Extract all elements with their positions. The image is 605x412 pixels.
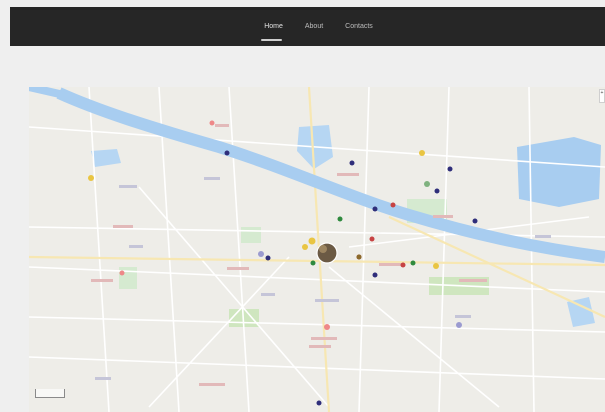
poi-icon <box>424 181 430 187</box>
map-marker[interactable] <box>310 260 316 266</box>
photo-marker-detail <box>319 245 327 253</box>
map-marker[interactable] <box>337 216 343 222</box>
map-marker[interactable] <box>400 262 406 268</box>
photo-marker-image[interactable] <box>316 242 338 264</box>
map-view[interactable]: + <box>29 87 605 412</box>
nav-home-link[interactable]: Home <box>261 21 283 41</box>
yellow-pin-icon[interactable] <box>308 237 316 245</box>
place-label <box>455 315 471 318</box>
map-marker[interactable] <box>410 260 416 266</box>
poi-icon <box>119 270 125 276</box>
place-label <box>311 337 337 340</box>
nav-about-link[interactable]: About <box>305 21 323 32</box>
poi-icon <box>456 322 462 328</box>
top-navbar: Home About Contacts <box>10 7 605 46</box>
place-label <box>119 185 137 188</box>
map-scale-bar <box>35 389 65 398</box>
map-marker[interactable] <box>372 206 378 212</box>
place-label <box>227 267 249 270</box>
map-marker[interactable] <box>316 400 322 406</box>
nav-links: Home About Contacts <box>10 7 605 46</box>
place-label <box>113 225 133 228</box>
place-label <box>215 124 229 127</box>
nav-contacts-link[interactable]: Contacts <box>345 21 373 32</box>
zoom-in-button[interactable]: + <box>599 89 605 103</box>
map-marker[interactable] <box>434 188 440 194</box>
poi-icon <box>324 324 330 330</box>
place-label <box>379 263 403 266</box>
place-label <box>309 345 331 348</box>
poi-icon <box>433 263 439 269</box>
poi-icon <box>258 251 264 257</box>
page: Home About Contacts + <box>0 0 605 412</box>
place-label <box>129 245 143 248</box>
place-label <box>315 299 339 302</box>
place-label <box>261 293 275 296</box>
yellow-pin-icon[interactable] <box>302 244 308 250</box>
place-label <box>535 235 551 238</box>
map-canvas[interactable] <box>29 87 605 412</box>
map-marker[interactable] <box>472 218 478 224</box>
poi-icon <box>419 150 425 156</box>
place-label <box>199 383 225 386</box>
map-marker[interactable] <box>369 236 375 242</box>
map-marker[interactable] <box>356 254 362 260</box>
map-marker[interactable] <box>372 272 378 278</box>
poi-icon <box>209 120 215 126</box>
place-label <box>433 215 453 218</box>
place-label <box>95 377 111 380</box>
map-marker[interactable] <box>349 160 355 166</box>
poi-icon <box>88 175 94 181</box>
place-label <box>204 177 220 180</box>
map-marker[interactable] <box>265 255 271 261</box>
place-label <box>459 279 487 282</box>
place-label <box>337 173 359 176</box>
map-marker[interactable] <box>224 150 230 156</box>
map-marker[interactable] <box>447 166 453 172</box>
park-area <box>241 227 261 243</box>
map-marker[interactable] <box>390 202 396 208</box>
place-label <box>91 279 113 282</box>
